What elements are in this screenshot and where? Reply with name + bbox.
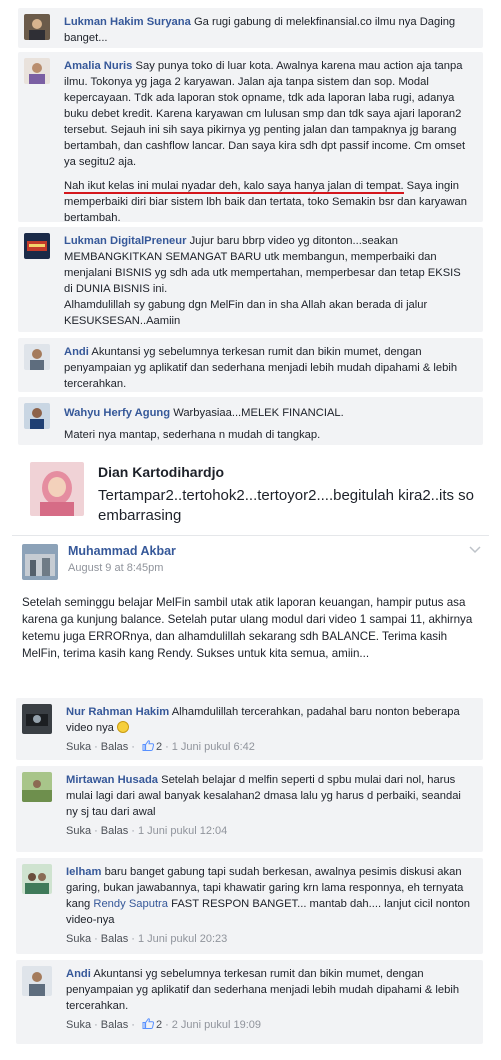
- reply-link[interactable]: Balas: [101, 933, 129, 945]
- avatar[interactable]: [22, 544, 58, 580]
- comment-card: Lukman DigitalPreneur Jujur baru bbrp vi…: [18, 227, 483, 332]
- like-link[interactable]: Suka: [66, 1019, 91, 1031]
- comment-time[interactable]: 1 Juni pukul 6:42: [172, 741, 255, 753]
- thumbs-up-icon[interactable]: [142, 1018, 154, 1029]
- commenter-name[interactable]: Wahyu Herfy Agung: [64, 407, 170, 419]
- comment-card: Mirtawan Husada Setelah belajar d melfin…: [16, 766, 483, 852]
- comment-text: Akuntansi yg sebelumnya terkesan rumit d…: [66, 968, 460, 1012]
- mention-link[interactable]: Rendy Saputra: [93, 898, 168, 910]
- comment-card: Lukman Hakim Suryana Ga rugi gabung di m…: [18, 8, 483, 48]
- post-author[interactable]: Muhammad Akbar: [68, 544, 176, 558]
- comment-text-2: Alhamdulillah sy gabung dgn MelFin dan i…: [64, 299, 428, 327]
- commenter-name[interactable]: Nur Rahman Hakim: [66, 706, 169, 718]
- comment-text-2: Materi nya mantap, sederhana n mudah di …: [64, 429, 321, 441]
- comment-text: Warbyasiaa...MELEK FINANCIAL.: [173, 407, 344, 419]
- avatar[interactable]: [24, 344, 50, 370]
- chevron-down-icon[interactable]: [469, 546, 481, 554]
- like-link[interactable]: Suka: [66, 741, 91, 753]
- like-link[interactable]: Suka: [66, 825, 91, 837]
- post-date[interactable]: August 9 at 8:45pm: [68, 562, 176, 574]
- post-dian: Dian Kartodihardjo Tertampar2..tertohok2…: [30, 462, 480, 530]
- comment-time[interactable]: 1 Juni pukul 12:04: [138, 825, 227, 837]
- commenter-name[interactable]: Andi: [64, 346, 89, 358]
- thumbs-up-icon[interactable]: [142, 740, 154, 751]
- comment-card: Andi Akuntansi yg sebelumnya terkesan ru…: [16, 960, 483, 1044]
- commenter-name[interactable]: Andi: [66, 968, 91, 980]
- reply-link[interactable]: Balas: [101, 1019, 129, 1031]
- reply-link[interactable]: Balas: [101, 741, 129, 753]
- comment-time[interactable]: 1 Juni pukul 20:23: [138, 933, 227, 945]
- avatar[interactable]: [24, 58, 50, 84]
- commenter-name[interactable]: Lukman Hakim Suryana: [64, 16, 191, 28]
- commenter-name[interactable]: Ielham: [66, 866, 101, 878]
- comment-card: Andi Akuntansi yg sebelumnya terkesan ru…: [18, 338, 483, 392]
- avatar[interactable]: [22, 772, 52, 802]
- commenter-name[interactable]: Mirtawan Husada: [66, 774, 158, 786]
- commenter-name[interactable]: Amalia Nuris: [64, 60, 132, 72]
- avatar[interactable]: [22, 864, 52, 894]
- post-text: Setelah seminggu belajar MelFin sambil u…: [22, 596, 473, 660]
- avatar[interactable]: [24, 233, 50, 259]
- like-link[interactable]: Suka: [66, 933, 91, 945]
- reply-link[interactable]: Balas: [101, 825, 129, 837]
- avatar[interactable]: [24, 403, 50, 429]
- post-text: Tertampar2..tertohok2...tertoyor2....beg…: [98, 487, 475, 524]
- comment-card: Amalia Nuris Say punya toko di luar kota…: [18, 52, 483, 224]
- comment-highlight: Nah ikut kelas ini mulai nyadar deh, kal…: [64, 180, 404, 194]
- comment-time[interactable]: 2 Juni pukul 19:09: [172, 1019, 261, 1031]
- commenter-name[interactable]: Lukman DigitalPreneur: [64, 235, 186, 247]
- avatar[interactable]: [22, 704, 52, 734]
- comment-text: Say punya toko di luar kota. Awalnya kar…: [64, 60, 466, 168]
- avatar[interactable]: [22, 966, 52, 996]
- post-author[interactable]: Dian Kartodihardjo: [98, 464, 478, 480]
- comment-card: Nur Rahman Hakim Alhamdulillah tercerahk…: [16, 698, 483, 760]
- comment-card: Ielham baru banget gabung tapi sudah ber…: [16, 858, 483, 954]
- post-muhammad: Muhammad Akbar August 9 at 8:45pm Setela…: [12, 535, 489, 695]
- comment-text: Akuntansi yg sebelumnya terkesan rumit d…: [64, 346, 458, 390]
- smiley-emoji-icon: [117, 721, 130, 733]
- comment-card: Wahyu Herfy Agung Warbyasiaa...MELEK FIN…: [18, 397, 483, 445]
- avatar[interactable]: [30, 462, 84, 516]
- avatar[interactable]: [24, 14, 50, 40]
